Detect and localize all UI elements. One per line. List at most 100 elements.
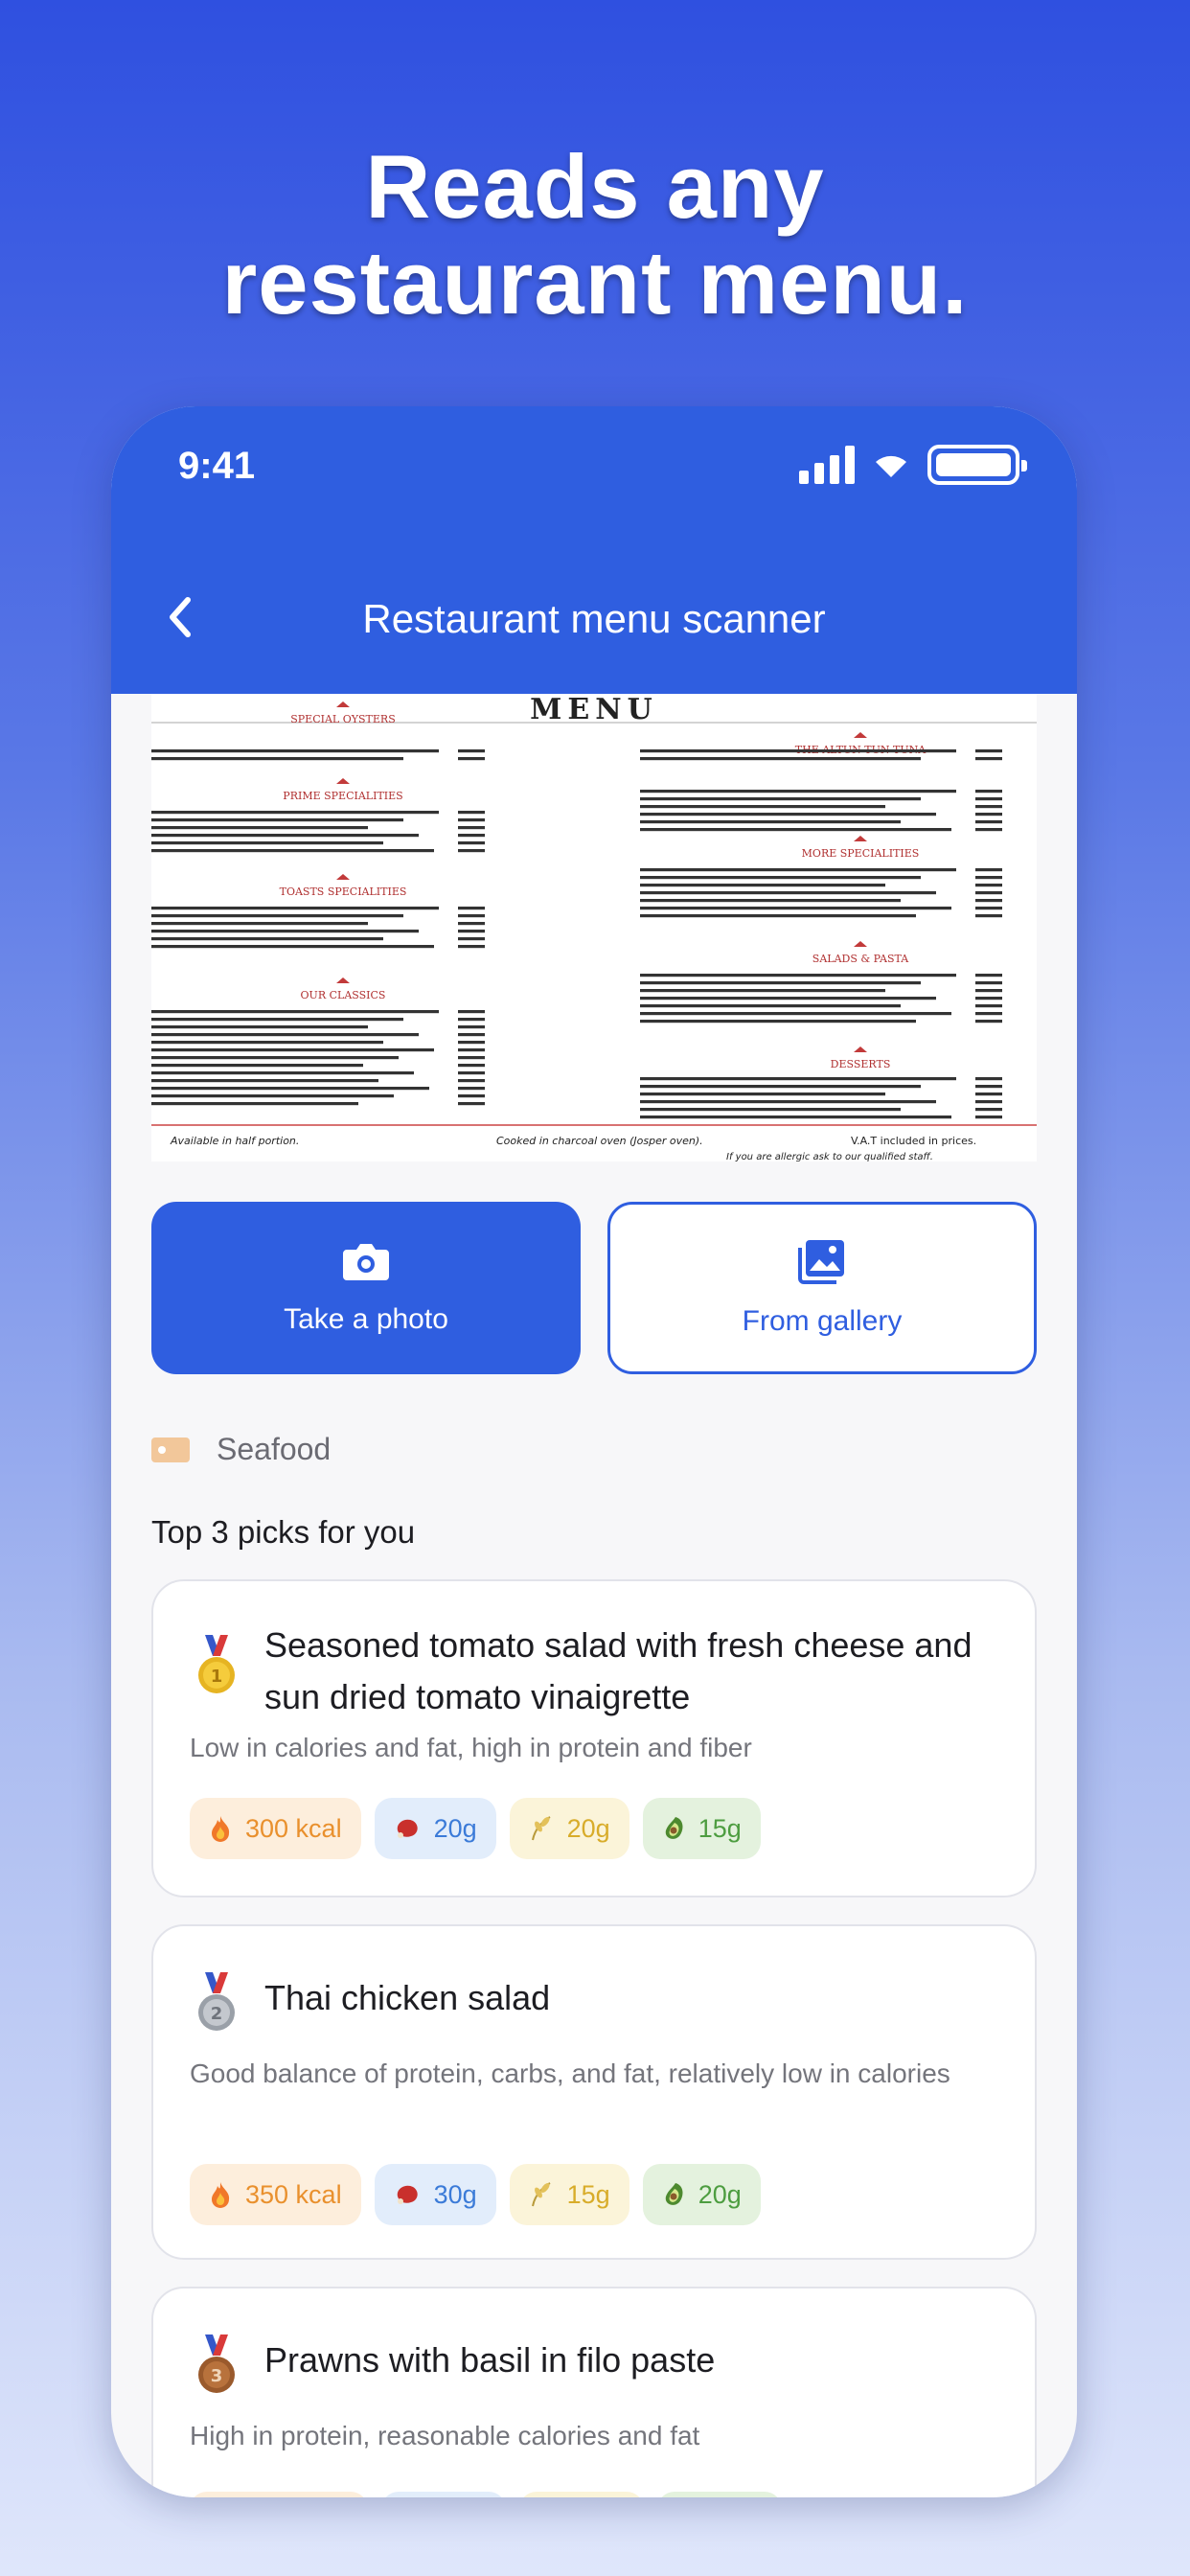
menu-price — [458, 1048, 485, 1052]
pick-card-2[interactable]: 2 Thai chicken salad Good balance of pro… — [151, 1924, 1037, 2260]
menu-text-line — [640, 805, 885, 809]
wifi-icon — [876, 455, 906, 477]
menu-price — [458, 1056, 485, 1060]
pick-description: High in protein, reasonable calories and… — [190, 2421, 700, 2450]
avocado-icon — [665, 2183, 683, 2205]
menu-text-line — [151, 811, 439, 815]
menu-price — [458, 914, 485, 918]
menu-text-line — [640, 749, 956, 753]
menu-ornament — [336, 702, 350, 707]
menu-text-line — [151, 945, 434, 949]
pick-card-3[interactable]: 3 Prawns with basil in filo paste High i… — [151, 2287, 1037, 2497]
tag-icon — [151, 1437, 190, 1462]
menu-price — [458, 811, 485, 815]
menu-price — [458, 1041, 485, 1045]
menu-price — [458, 1079, 485, 1083]
menu-text-line — [640, 907, 951, 910]
menu-price — [458, 757, 485, 761]
from-gallery-button[interactable]: From gallery — [607, 1202, 1037, 1374]
menu-price — [458, 1010, 485, 1014]
menu-text-line — [151, 1025, 368, 1029]
carbs-chip: 20g — [509, 1798, 629, 1859]
menu-price — [975, 828, 1002, 832]
battery-icon — [927, 445, 1027, 485]
meat-icon — [397, 1819, 418, 1838]
menu-price — [458, 930, 485, 933]
menu-title: MENU — [530, 694, 658, 726]
page-title: Restaurant menu scanner — [362, 596, 826, 641]
menu-text-line — [151, 937, 383, 941]
fat-chip: 20g — [642, 2164, 761, 2225]
menu-price — [975, 974, 1002, 978]
medal-silver-icon: 2 — [198, 1972, 235, 2031]
menu-image: MENU SPECIAL OYSTERS PRIME SPECIALITIES TO… — [151, 694, 1037, 1162]
fat-chip: 15g — [642, 1798, 761, 1859]
menu-price — [458, 834, 485, 838]
menu-price — [458, 1094, 485, 1098]
calories-chip: 300 kcal — [190, 1798, 361, 1859]
menu-price — [975, 813, 1002, 816]
fire-icon — [212, 2182, 230, 2208]
menu-text-line — [151, 1064, 363, 1068]
nutrition-chips: 350 kcal 30g 15g 20g — [190, 2164, 761, 2225]
menu-text-line — [640, 1092, 885, 1096]
menu-text-line — [151, 834, 419, 838]
menu-text-line — [151, 826, 368, 830]
medal-bronze-icon: 3 — [198, 2334, 235, 2393]
pick-title: Seasoned tomato salad with fresh cheese … — [264, 1625, 973, 1716]
fat-chip — [657, 2492, 782, 2497]
headline-line-2: restaurant menu. — [221, 232, 969, 333]
nutrition-chips — [190, 2492, 782, 2497]
pick-description: Good balance of protein, carbs, and fat,… — [190, 2058, 950, 2088]
menu-text-line — [640, 757, 921, 761]
menu-text-line — [640, 997, 936, 1000]
menu-text-line — [151, 1010, 439, 1014]
menu-text-line — [151, 1102, 358, 1106]
pick-title: Prawns with basil in filo paste — [264, 2340, 716, 2380]
camera-icon — [343, 1244, 389, 1280]
menu-price — [458, 1071, 485, 1075]
headline-line-1: Reads any — [365, 136, 825, 237]
menu-section-heading: SALADS & PASTA — [812, 953, 909, 965]
menu-text-line — [640, 891, 936, 895]
menu-ornament — [854, 732, 867, 738]
menu-price — [458, 841, 485, 845]
menu-text-line — [640, 914, 916, 918]
menu-price — [975, 1092, 1002, 1096]
menu-text-line — [640, 1085, 921, 1089]
signal-icon — [799, 446, 855, 484]
pick-card-1[interactable]: 1 Seasoned tomato salad with fresh chees… — [151, 1579, 1037, 1898]
menu-price — [458, 1087, 485, 1091]
menu-text-line — [151, 1033, 419, 1037]
menu-price — [975, 805, 1002, 809]
menu-price — [975, 797, 1002, 801]
menu-footer-2: Cooked in charcoal oven (Josper oven). — [496, 1135, 703, 1147]
medal-gold-icon: 1 — [198, 1635, 235, 1693]
menu-ornament — [336, 874, 350, 880]
take-photo-button[interactable]: Take a photo — [151, 1202, 581, 1374]
calories-chip: 350 kcal — [190, 2164, 361, 2225]
menu-price — [975, 989, 1002, 993]
phone-screen: 9:41 Restaurant menu scanner MENU SPECIA… — [111, 406, 1077, 2497]
menu-ornament — [854, 836, 867, 841]
menu-text-line — [640, 868, 956, 872]
menu-text-line — [151, 1094, 394, 1098]
menu-price — [975, 790, 1002, 794]
menu-footer-1: Available in half portion. — [170, 1135, 299, 1147]
fire-icon — [212, 1816, 230, 1842]
category-row: Seafood — [151, 1432, 331, 1467]
menu-price — [975, 1012, 1002, 1016]
menu-text-line — [640, 1108, 901, 1112]
calories-chip — [190, 2492, 368, 2497]
menu-text-line — [640, 1077, 956, 1081]
menu-ornament — [854, 941, 867, 947]
menu-text-line — [151, 1041, 383, 1045]
app-header: 9:41 Restaurant menu scanner — [111, 406, 1077, 694]
gallery-icon — [798, 1240, 844, 1284]
menu-price — [458, 818, 485, 822]
menu-price — [975, 1100, 1002, 1104]
menu-price — [975, 997, 1002, 1000]
menu-section-heading: OUR CLASSICS — [301, 989, 386, 1001]
menu-price — [975, 899, 1002, 903]
protein-chip: 30g — [374, 2164, 496, 2225]
